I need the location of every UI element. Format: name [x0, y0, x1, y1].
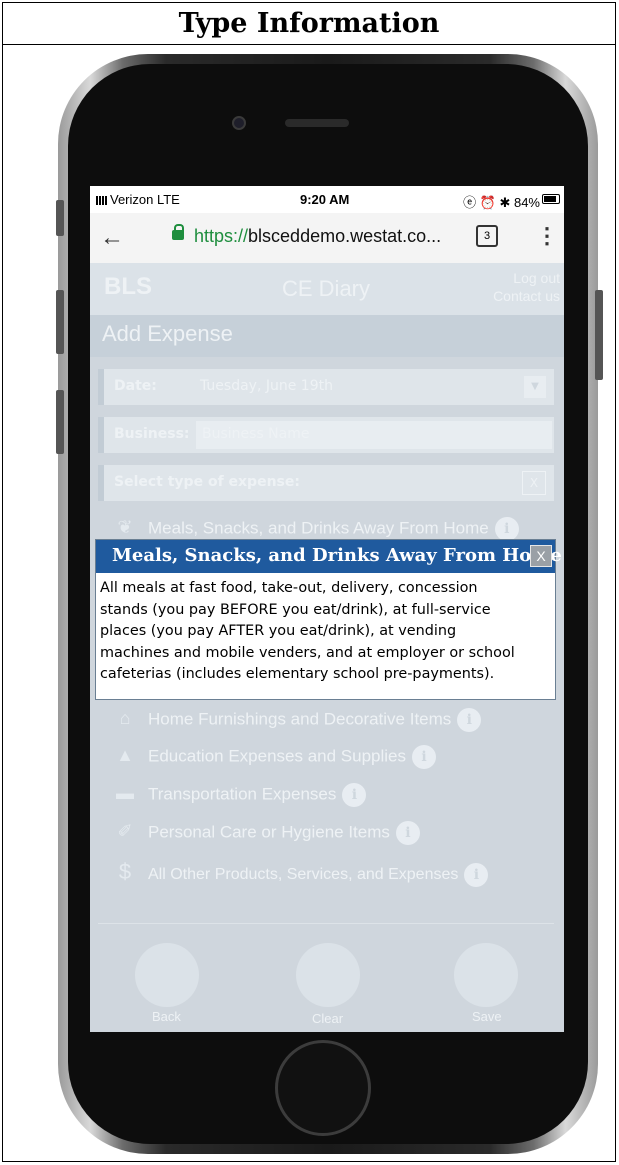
home-icon: ⌂ [119, 708, 131, 729]
popup-title: Meals, Snacks, and Drinks Away From Home [112, 545, 562, 566]
category-label: Transportation Expenses [148, 784, 337, 804]
category-label: All Other Products, Services, and Expens… [148, 866, 459, 883]
date-value: Tuesday, June 19th [200, 378, 333, 394]
tab-count-button[interactable]: 3 [476, 225, 498, 247]
graduation-cap-icon: ▲ [116, 745, 134, 766]
car-icon: ▬ [116, 783, 134, 804]
earpiece-speaker [285, 119, 349, 127]
battery-icon [542, 194, 560, 204]
popup-close-button[interactable]: X [530, 545, 552, 567]
section-heading: Add Expense [90, 315, 564, 357]
info-icon[interactable]: i [494, 517, 519, 541]
category-personal-care[interactable]: ✐ Personal Care or Hygiene Items i [112, 821, 420, 845]
popup-text-line: places (you pay AFTER you eat/drink), at… [100, 623, 457, 639]
popup-text-line: stands (you pay BEFORE you eat/drink), a… [100, 601, 491, 618]
url-host: blsceddemo.westat.co... [248, 226, 442, 246]
save-button-label: Save [472, 1009, 502, 1024]
clock: 9:20 AM [300, 192, 350, 207]
popup-text-line: machines and mobile venders, and at empl… [100, 644, 515, 661]
category-label: Education Expenses and Supplies [148, 746, 407, 766]
back-button-label: Back [152, 1009, 181, 1024]
category-transportation[interactable]: ▬ Transportation Expenses i [112, 783, 367, 807]
save-button[interactable] [454, 943, 518, 1007]
app-title: CE Diary [282, 276, 371, 301]
meals-icon: ❦ [117, 517, 133, 538]
phone-volume-up [56, 290, 64, 354]
signal-icon [96, 196, 108, 205]
clear-button[interactable] [296, 943, 360, 1007]
dollar-icon: $ [118, 859, 132, 884]
business-field: Business: Business Name [98, 417, 554, 453]
expense-type-label: Select type of expense: [114, 474, 300, 490]
back-arrow-icon[interactable]: ← [100, 224, 124, 252]
info-popup: Meals, Snacks, and Drinks Away From Home… [95, 539, 562, 700]
business-label: Business: [114, 426, 190, 442]
popup-text-line: All meals at fast food, take-out, delive… [100, 580, 478, 596]
popup-body: All meals at fast food, take-out, delive… [96, 573, 555, 691]
date-label: Date: [114, 378, 157, 394]
app-header: BLS CE Diary Log out Contact us [90, 263, 564, 315]
category-label: Meals, Snacks, and Drinks Away From Home [148, 518, 489, 538]
category-label: Personal Care or Hygiene Items [148, 822, 390, 842]
contact-link[interactable]: Contact us [493, 287, 560, 305]
expense-type-field: Select type of expense: X [98, 465, 554, 501]
status-bar: Verizon LTE 9:20 AM ⓔ ⏰ ✱ 84% [90, 186, 564, 213]
lock-icon [172, 224, 184, 240]
home-button[interactable] [275, 1040, 371, 1136]
info-icon[interactable]: i [464, 862, 489, 887]
category-label: Home Furnishings and Decorative Items [148, 709, 452, 729]
logout-link[interactable]: Log out [493, 269, 560, 287]
front-camera-icon [232, 116, 246, 130]
info-icon[interactable]: i [342, 783, 367, 807]
category-meals[interactable]: ❦ Meals, Snacks, and Drinks Away From Hom… [112, 517, 519, 541]
phone-mute-switch [56, 200, 64, 236]
info-icon[interactable]: i [412, 745, 437, 769]
info-icon[interactable]: i [395, 821, 420, 845]
popup-header: Meals, Snacks, and Drinks Away From Home… [96, 540, 562, 573]
razor-icon: ✐ [117, 821, 133, 842]
dropdown-arrow-icon[interactable]: ▼ [524, 376, 546, 398]
back-button[interactable] [135, 943, 199, 1007]
status-right-icons: ⓔ ⏰ ✱ 84% [463, 195, 540, 210]
browser-menu-icon[interactable]: ⋮ [536, 223, 558, 249]
address-bar[interactable]: https://blsceddemo.westat.co... [194, 226, 441, 247]
business-placeholder: Business Name [202, 426, 310, 442]
url-protocol: https:// [194, 226, 249, 246]
carrier-label: Verizon LTE [110, 192, 180, 207]
clear-button-label: Clear [312, 1011, 344, 1026]
category-other[interactable]: $ All Other Products, Services, and Expen… [112, 859, 489, 887]
phone-volume-down [56, 390, 64, 454]
info-icon[interactable]: i [457, 708, 482, 732]
page-title: Type Information [3, 3, 615, 45]
browser-toolbar: ← https://blsceddemo.westat.co... 3 ⋮ [90, 213, 564, 263]
phone-power-button [595, 290, 603, 380]
category-education[interactable]: ▲ Education Expenses and Supplies i [112, 745, 437, 769]
bls-logo: BLS [104, 273, 152, 300]
date-field[interactable]: Date: Tuesday, June 19th ▼ [98, 369, 554, 405]
clear-type-button[interactable]: X [522, 471, 546, 495]
popup-text-line: cafeterias (includes elementary school p… [100, 666, 495, 682]
category-home-furnishings[interactable]: ⌂ Home Furnishings and Decorative Items i [112, 708, 482, 732]
divider [98, 923, 554, 924]
